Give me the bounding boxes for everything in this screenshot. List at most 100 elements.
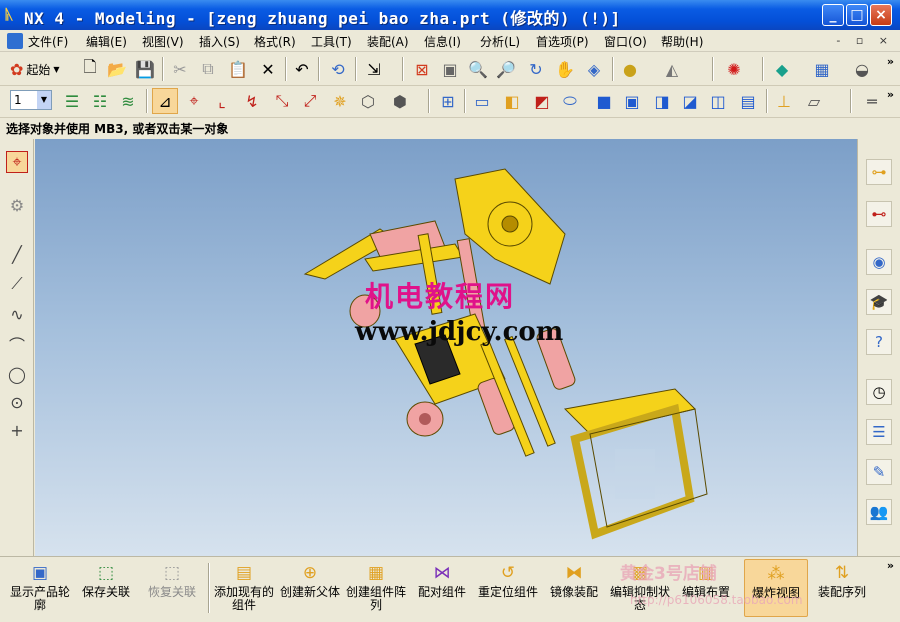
delete-icon[interactable]: ✕ — [256, 57, 280, 81]
mdi-window-controls[interactable]: - ▫ × — [836, 34, 894, 47]
line-two-points-icon[interactable]: ⟋ — [6, 273, 28, 295]
point-constructor-icon[interactable]: ⌖ — [6, 151, 28, 173]
title-bar[interactable]: ᚣ NX 4 - Modeling - [zeng zhuang pei bao… — [0, 0, 900, 30]
shaded-edges-icon[interactable]: ▣ — [620, 89, 644, 113]
create-component-array-button[interactable]: ▦ 创建组件阵列 — [344, 559, 408, 617]
zoom-icon[interactable]: 🔎 — [494, 57, 518, 81]
document-icon[interactable] — [7, 33, 23, 49]
isometric-view-icon[interactable]: ⬭ — [558, 89, 582, 113]
mirror-assembly-button[interactable]: ⧓ 镜像装配 — [542, 559, 606, 617]
arc-icon[interactable]: ⌒ — [6, 333, 28, 355]
wcs-origin-icon[interactable]: ⌖ — [182, 89, 206, 113]
mate-component-button[interactable]: ⋈ 配对组件 — [410, 559, 474, 617]
sketch-icon[interactable]: ▱ — [802, 89, 826, 113]
wcs-change-xc-icon[interactable]: ⤡ — [270, 89, 294, 113]
wcs-dynamics-icon[interactable]: ⊿ — [152, 88, 178, 114]
menu-view[interactable]: 视图(V) — [142, 33, 184, 50]
menu-analysis[interactable]: 分析(L) — [480, 33, 520, 50]
create-new-parent-button[interactable]: ⊕ 创建新父体 — [278, 559, 342, 617]
web-browser-tab-icon[interactable]: ◉ — [866, 249, 892, 275]
wireframe-icon[interactable]: ◨ — [650, 89, 674, 113]
system-materials-tab-icon[interactable]: ✎ — [866, 459, 892, 485]
point-icon[interactable]: + — [6, 419, 28, 441]
orient-view-icon[interactable]: ◭ — [660, 57, 684, 81]
save-context-button[interactable]: ⬚ 保存关联 — [74, 559, 138, 617]
spline-icon[interactable]: ∿ — [6, 303, 28, 325]
save-icon[interactable]: 💾 — [133, 57, 157, 81]
close-button[interactable]: × — [870, 4, 892, 26]
toolbar-overflow-icon[interactable]: » — [887, 88, 894, 101]
render-style-icon[interactable]: ● — [618, 57, 642, 81]
menu-preferences[interactable]: 首选项(P) — [536, 33, 589, 50]
wcs-change-yc-icon[interactable]: ⤢ — [298, 89, 322, 113]
fit-view-icon[interactable]: ⊠ — [410, 57, 434, 81]
roles-tab-icon[interactable]: 👥 — [866, 499, 892, 525]
assembly-model[interactable] — [35, 139, 857, 556]
exploded-view-button[interactable]: ⁂ 爆炸视图 — [744, 559, 808, 617]
studio-icon[interactable]: ◫ — [706, 89, 730, 113]
layer-category-icon[interactable]: ≋ — [116, 89, 140, 113]
circle-icon[interactable]: ◯ — [6, 363, 28, 385]
line-icon[interactable]: ╱ — [6, 243, 28, 265]
assembly-sequence-button[interactable]: ⇅ 装配序列 — [810, 559, 874, 617]
repeat-command-icon[interactable]: ⟲ — [326, 57, 350, 81]
show-product-outline-button[interactable]: ▣ 显示产品轮廓 — [8, 559, 72, 617]
cylinder-icon[interactable]: ▤ — [736, 89, 760, 113]
menu-format[interactable]: 格式(R) — [254, 33, 296, 50]
rotate-icon[interactable]: ↻ — [524, 57, 548, 81]
wcs-save-icon[interactable]: ⬡ — [356, 89, 380, 113]
wcs-rotate-icon[interactable]: ⌞ — [210, 89, 234, 113]
history-tab-icon[interactable]: ◷ — [866, 379, 892, 405]
visible-layers-icon[interactable]: ☷ — [88, 89, 112, 113]
toolbar-overflow-icon[interactable]: » — [887, 55, 894, 68]
pan-icon[interactable]: ✋ — [553, 57, 577, 81]
minimize-button[interactable]: _ — [822, 4, 844, 26]
snap-point-icon[interactable]: ⬢ — [388, 89, 412, 113]
hidden-line-icon[interactable]: ◪ — [678, 89, 702, 113]
assembly-navigator-icon[interactable]: ⊞ — [436, 89, 460, 113]
menu-insert[interactable]: 插入(S) — [199, 33, 240, 50]
graphics-window[interactable]: 机电教程网 www.jdjcy.com — [35, 139, 857, 556]
section-view-icon[interactable]: ⊥ — [772, 89, 796, 113]
help-tab-icon[interactable]: ? — [866, 329, 892, 355]
circle-center-icon[interactable]: ⊙ — [6, 391, 28, 413]
zoom-window-icon[interactable]: ▣ — [438, 57, 462, 81]
menu-file[interactable]: 文件(F) — [28, 33, 68, 50]
add-existing-component-button[interactable]: ▤ 添加现有的组件 — [212, 559, 276, 617]
open-folder-icon[interactable]: 📂 — [105, 57, 129, 81]
menu-help[interactable]: 帮助(H) — [661, 33, 703, 50]
menu-information[interactable]: 信息(I) — [424, 33, 461, 50]
menu-edit[interactable]: 编辑(E) — [86, 33, 127, 50]
cube-view-icon[interactable]: ▦ — [810, 57, 834, 81]
component-icon[interactable]: ⚙ — [6, 194, 28, 216]
shaded-icon[interactable]: ■ — [592, 89, 616, 113]
reposition-component-button[interactable]: ↺ 重定位组件 — [476, 559, 540, 617]
show-hide-icon[interactable]: ◒ — [850, 57, 874, 81]
right-view-icon[interactable]: ◩ — [530, 89, 554, 113]
layer-settings-icon[interactable]: ☰ — [60, 89, 84, 113]
color-wheel-icon[interactable]: ✺ — [722, 57, 746, 81]
perspective-icon[interactable]: ◈ — [582, 57, 606, 81]
measure-icon[interactable]: ═ — [860, 89, 884, 113]
selection-filter-icon[interactable]: ⇲ — [362, 57, 386, 81]
front-view-icon[interactable]: ▭ — [470, 89, 494, 113]
toolbar-overflow-icon[interactable]: » — [887, 559, 894, 572]
new-file-icon[interactable]: 🗋 — [78, 57, 102, 81]
work-layer-combo[interactable]: 1 ▼ — [10, 90, 52, 110]
restore-context-button[interactable]: ⬚ 恢复关联 — [140, 559, 204, 617]
start-button[interactable]: ✿ 起始 ▼ — [10, 57, 60, 81]
maximize-button[interactable]: □ — [846, 4, 868, 26]
cut-icon[interactable]: ✂ — [168, 57, 192, 81]
top-view-icon[interactable]: ◧ — [500, 89, 524, 113]
menu-assemblies[interactable]: 装配(A) — [367, 33, 409, 50]
wcs-display-icon[interactable]: ✵ — [328, 89, 352, 113]
undo-icon[interactable]: ↶ — [290, 57, 314, 81]
reuse-library-tab-icon[interactable]: ☰ — [866, 419, 892, 445]
menu-tools[interactable]: 工具(T) — [311, 33, 352, 50]
part-navigator-tab-icon[interactable]: ⊷ — [866, 201, 892, 227]
paste-icon[interactable]: 📋 — [226, 57, 250, 81]
work-layer-icon[interactable]: ◆ — [770, 57, 794, 81]
zoom-region-icon[interactable]: 🔍 — [466, 57, 490, 81]
copy-icon[interactable]: ⧉ — [196, 57, 220, 81]
assembly-navigator-tab-icon[interactable]: ⊶ — [866, 159, 892, 185]
